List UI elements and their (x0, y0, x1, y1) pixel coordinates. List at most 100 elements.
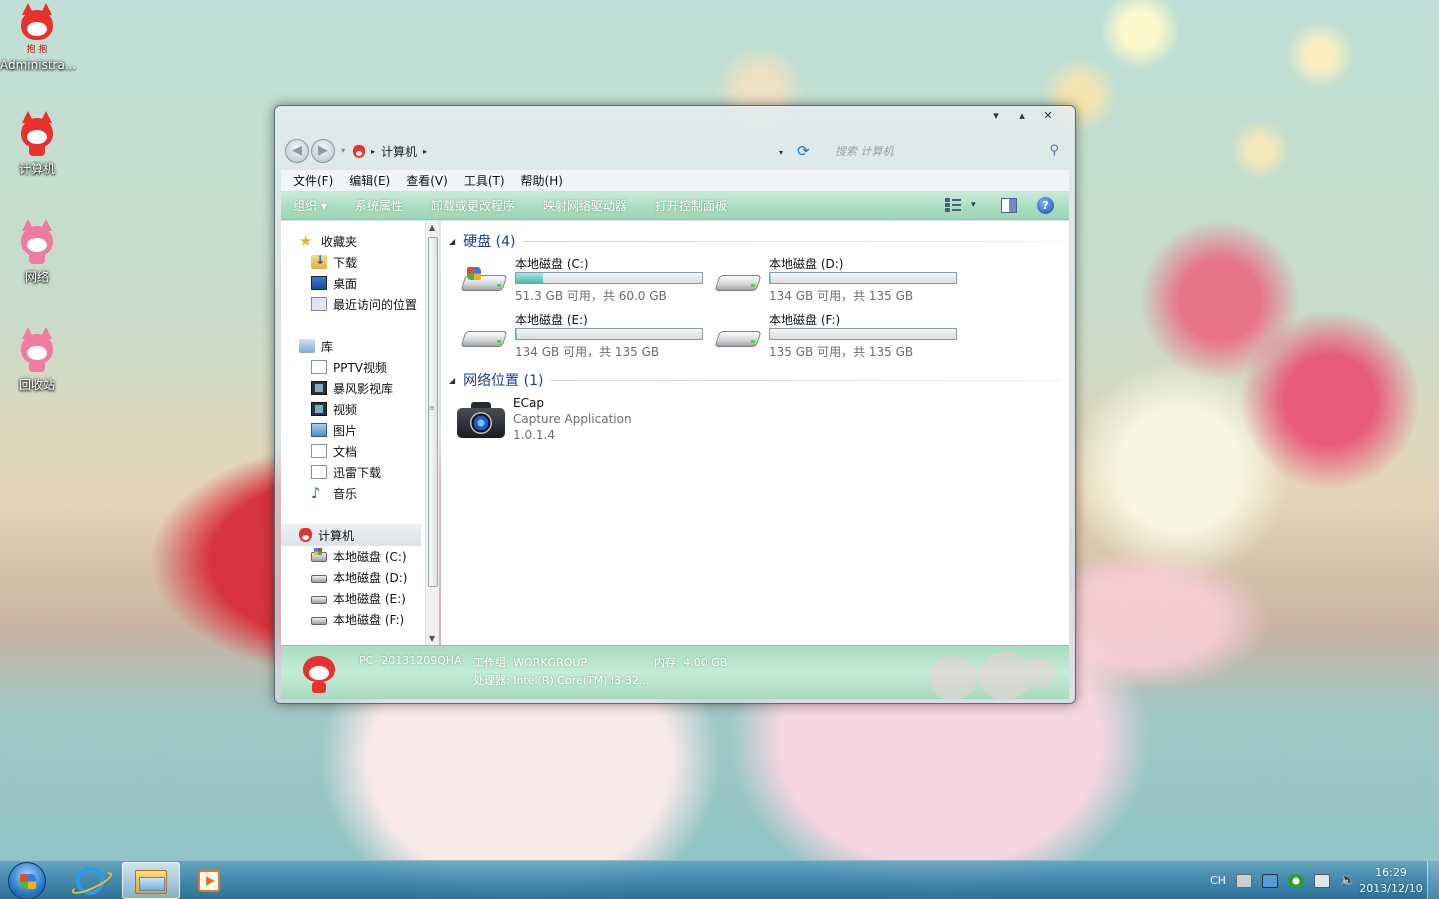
network-manager-icon[interactable] (1261, 873, 1278, 888)
desktop-icon-computer[interactable]: 计算机 (0, 111, 74, 177)
nav-item-downloads[interactable]: 下载 (281, 252, 357, 272)
desktop-icon-administrator[interactable]: 抱 抱 Administra... (0, 3, 76, 72)
nav-libraries[interactable]: 库 (281, 336, 333, 356)
security-shield-icon[interactable] (1287, 873, 1304, 888)
system-properties-button[interactable]: 系统属性 (341, 197, 417, 214)
show-desktop-button[interactable] (1427, 861, 1439, 899)
nav-computer[interactable]: 计算机 (281, 525, 354, 545)
language-indicator[interactable]: CH (1210, 874, 1226, 887)
map-network-drive-button[interactable]: 映射网络驱动器 (529, 197, 641, 214)
nav-item-drive-c[interactable]: 本地磁盘 (C:) (281, 546, 407, 566)
menu-file[interactable]: 文件(F) (285, 172, 341, 189)
preview-pane-icon[interactable] (1001, 198, 1017, 213)
clock[interactable]: 16:29 2013/12/10 (1356, 865, 1426, 897)
desktop-icon-recycle-bin[interactable]: 回收站 (0, 327, 74, 393)
address-dropdown[interactable]: ▾ (779, 148, 783, 157)
drive-tile-d[interactable]: 本地磁盘 (D:) 134 GB 可用，共 135 GB (713, 255, 963, 305)
network-status-icon[interactable] (1313, 873, 1330, 888)
close-button[interactable]: ✕ (1039, 108, 1057, 124)
nav-item-videos[interactable]: 视频 (281, 399, 357, 419)
hard-drive-icon (311, 596, 327, 604)
address-bar[interactable]: ▸ 计算机 ▸ (353, 141, 787, 161)
forward-button[interactable]: ▶ (311, 139, 335, 163)
maximize-button[interactable]: ▴ (1013, 108, 1031, 124)
help-icon[interactable]: ? (1037, 197, 1054, 214)
breadcrumb-separator[interactable]: ▸ (371, 147, 375, 156)
nav-item-documents[interactable]: 文档 (281, 441, 357, 461)
nav-item-drive-e[interactable]: 本地磁盘 (E:) (281, 588, 406, 608)
breadcrumb-computer[interactable]: 计算机 (381, 143, 417, 160)
system-tray: CH 🔈 (1210, 861, 1356, 899)
clock-time: 16:29 (1375, 866, 1407, 879)
change-view-icon[interactable] (945, 198, 961, 212)
window-controls: ▾ ▴ ✕ (987, 108, 1057, 124)
menu-view[interactable]: 查看(V) (398, 172, 456, 189)
drive-tile-e[interactable]: 本地磁盘 (E:) 134 GB 可用，共 135 GB (459, 311, 709, 361)
refresh-icon[interactable]: ⟳ (797, 142, 810, 160)
fox-recycle-icon (17, 327, 57, 374)
media-player-icon (198, 870, 220, 892)
nav-item-pptv[interactable]: PPTV视频 (281, 357, 387, 377)
scroll-up-arrow[interactable]: ▲ (429, 223, 435, 232)
memory-label: 内存: 4.00 GB (654, 656, 728, 669)
keyboard-icon[interactable] (1235, 873, 1252, 888)
nav-item-pictures[interactable]: 图片 (281, 420, 357, 440)
desktop-icon-network[interactable]: 网络 (0, 219, 74, 285)
nav-item-recent-places[interactable]: 最近访问的位置 (281, 294, 417, 314)
drive-usage-bar (769, 272, 957, 284)
scroll-thumb[interactable] (428, 237, 438, 587)
collapse-triangle-icon[interactable]: ◢ (449, 237, 455, 246)
drive-tile-f[interactable]: 本地磁盘 (F:) 135 GB 可用，共 135 GB (713, 311, 963, 361)
drive-name: 本地磁盘 (D:) (769, 257, 844, 271)
group-title: 硬盘 (4) (463, 234, 516, 250)
back-button[interactable]: ◀ (285, 139, 309, 163)
navigation-pane: ★ 收藏夹 下载 桌面 最近访问的位置 库 PPTV视频 暴风影视库 (281, 221, 439, 645)
menu-edit[interactable]: 编辑(E) (341, 172, 398, 189)
minimize-button[interactable]: ▾ (987, 108, 1005, 124)
nav-favorites[interactable]: ★ 收藏夹 (281, 231, 357, 251)
volume-icon[interactable]: 🔈 (1340, 873, 1356, 888)
desktop-icon-label: 计算机 (18, 162, 55, 176)
recent-pages-dropdown[interactable]: ▾ (341, 146, 345, 155)
desktop-icon-label: 回收站 (18, 378, 55, 392)
organize-button[interactable]: 组织 ▾ (281, 197, 341, 214)
scroll-down-arrow[interactable]: ▼ (429, 634, 435, 643)
taskbar-media-player[interactable] (182, 862, 240, 899)
uninstall-program-button[interactable]: 卸载或更改程序 (417, 197, 529, 214)
network-locations-group-header[interactable]: ◢ 网络位置 (1) (449, 370, 1061, 390)
computer-fox-icon (353, 144, 365, 158)
search-input[interactable] (831, 141, 1063, 161)
explorer-window: ▾ ▴ ✕ ◀ ▶ ▾ ▸ 计算机 ▸ ▾ ⟳ ⚲ 文件(F) 编辑(E) 查看… (274, 105, 1076, 704)
search-box[interactable]: ⚲ (831, 141, 1063, 161)
collapse-triangle-icon[interactable]: ◢ (449, 376, 455, 385)
drive-free-space: 51.3 GB 可用，共 60.0 GB (515, 289, 667, 303)
taskbar-internet-explorer[interactable] (62, 862, 120, 899)
content-pane: ◢ 硬盘 (4) 本地磁盘 (C:) 51.3 GB 可用，共 60.0 GB … (441, 221, 1069, 645)
drive-name: 本地磁盘 (E:) (515, 313, 588, 327)
camera-icon (457, 402, 505, 438)
taskbar-windows-explorer[interactable] (122, 862, 180, 899)
menu-bar: 文件(F) 编辑(E) 查看(V) 工具(T) 帮助(H) (281, 170, 1069, 192)
nav-item-thunder-downloads[interactable]: 迅雷下载 (281, 462, 381, 482)
search-icon[interactable]: ⚲ (1049, 143, 1059, 158)
menu-tools[interactable]: 工具(T) (456, 172, 513, 189)
nav-scrollbar[interactable]: ▲ ≡ ▼ (425, 221, 439, 645)
drive-name: 本地磁盘 (C:) (515, 257, 589, 271)
open-control-panel-button[interactable]: 打开控制面板 (641, 197, 741, 214)
menu-help[interactable]: 帮助(H) (513, 172, 571, 189)
nav-item-drive-d[interactable]: 本地磁盘 (D:) (281, 567, 407, 587)
drive-usage-bar (515, 272, 703, 284)
nav-item-drive-f[interactable]: 本地磁盘 (F:) (281, 609, 404, 629)
hard-disks-group-header[interactable]: ◢ 硬盘 (4) (449, 231, 1061, 251)
breadcrumb-separator[interactable]: ▸ (423, 147, 427, 156)
nav-item-baofeng[interactable]: 暴风影视库 (281, 378, 393, 398)
explorer-folder-icon (135, 870, 167, 894)
star-icon: ★ (299, 232, 313, 250)
windows-logo-icon (20, 874, 36, 889)
nav-item-music[interactable]: ♪ 音乐 (281, 483, 357, 503)
drive-tile-c[interactable]: 本地磁盘 (C:) 51.3 GB 可用，共 60.0 GB (459, 255, 709, 305)
network-item-ecap[interactable]: ECap Capture Application 1.0.1.4 (457, 396, 697, 450)
view-options-dropdown[interactable]: ▾ (971, 200, 976, 210)
start-button[interactable] (8, 862, 46, 899)
nav-item-desktop[interactable]: 桌面 (281, 273, 357, 293)
